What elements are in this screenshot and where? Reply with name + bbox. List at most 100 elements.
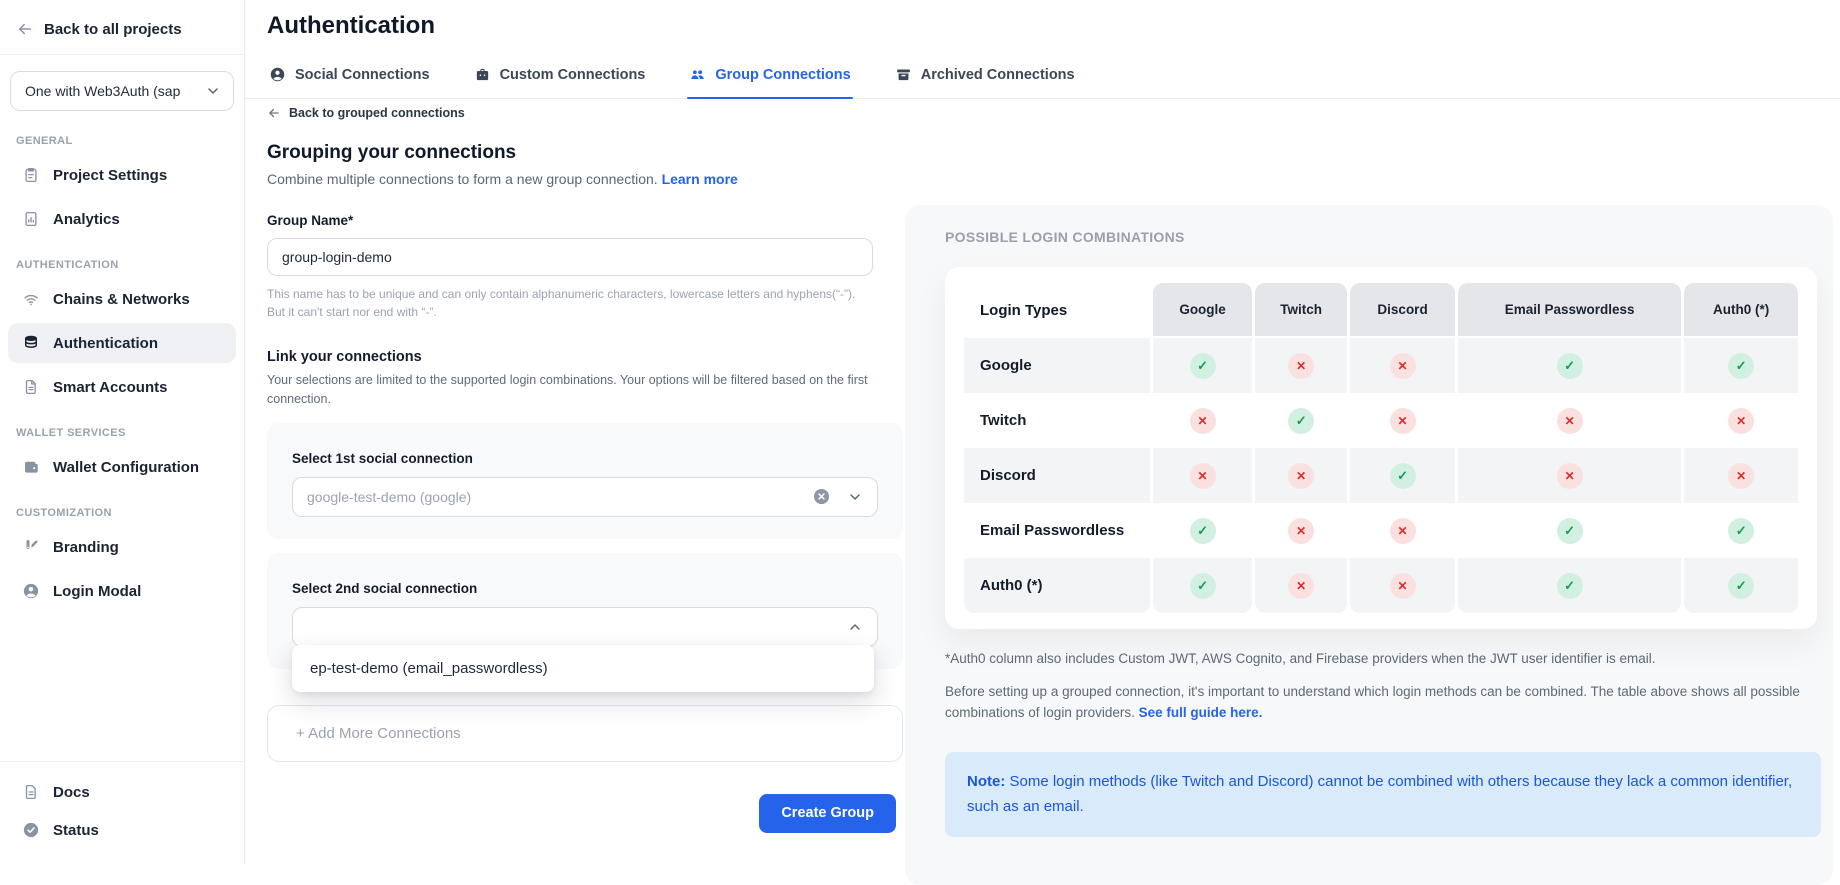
tab-custom-connections[interactable]: Custom Connections [472, 62, 648, 98]
group-name-label: Group Name* [267, 213, 903, 228]
sidebar-item-label: Project Settings [53, 167, 167, 184]
combination-row-label: Discord [964, 448, 1150, 503]
check-icon: ✓ [1390, 463, 1416, 489]
combination-cell: ✓ [1458, 558, 1681, 613]
note-text: Some login methods (like Twitch and Disc… [967, 773, 1792, 815]
select2-options-panel: ep-test-demo (email_passwordless) [292, 645, 874, 692]
sidebar-item-login-modal[interactable]: Login Modal [8, 571, 236, 611]
tab-group-connections[interactable]: Group Connections [687, 62, 852, 98]
create-group-button[interactable]: Create Group [759, 794, 896, 833]
chart-doc-icon [22, 210, 40, 228]
back-to-projects-link[interactable]: Back to all projects [0, 0, 244, 54]
tab-label: Group Connections [715, 67, 850, 83]
select2-label: Select 2nd social connection [292, 581, 878, 596]
add-more-connections-button[interactable]: + Add More Connections [267, 705, 903, 762]
tab-archived-connections[interactable]: Archived Connections [893, 62, 1077, 98]
check-icon: ✓ [1190, 518, 1216, 544]
sidebar-item-label: Authentication [53, 335, 158, 352]
sidebar-item-smart-accounts[interactable]: Smart Accounts [8, 367, 236, 407]
user-circle-icon [269, 66, 286, 83]
check-icon: ✓ [1190, 573, 1216, 599]
sidebar-item-branding[interactable]: Branding [8, 527, 236, 567]
section-label-customization: CUSTOMIZATION [0, 489, 244, 525]
link-connections-heading: Link your connections [267, 349, 903, 365]
chevron-up-icon [847, 619, 863, 635]
combination-row-label: Auth0 (*) [964, 558, 1150, 613]
combination-cell: ✓ [1255, 393, 1347, 448]
table-col-twitch: Twitch [1255, 283, 1347, 338]
section-label-wallet-services: WALLET SERVICES [0, 409, 244, 445]
tab-social-connections[interactable]: Social Connections [267, 62, 432, 98]
cross-icon: ✕ [1288, 518, 1314, 544]
combination-cell: ✕ [1255, 558, 1347, 613]
arrow-left-icon [16, 20, 34, 38]
auth0-footnote: *Auth0 column also includes Custom JWT, … [945, 649, 1813, 670]
dropdown-option-ep-test-demo[interactable]: ep-test-demo (email_passwordless) [310, 660, 856, 677]
combination-cell: ✕ [1350, 338, 1455, 393]
combination-row-label: Google [964, 338, 1150, 393]
combination-cell: ✕ [1255, 448, 1347, 503]
sidebar-item-label: Wallet Configuration [53, 459, 199, 476]
cross-icon: ✕ [1728, 463, 1754, 489]
sidebar-item-docs[interactable]: Docs [8, 774, 236, 810]
table-corner-header: Login Types [964, 283, 1150, 338]
sidebar-item-chains-networks[interactable]: Chains & Networks [8, 279, 236, 319]
grouping-subheading: Combine multiple connections to form a n… [267, 171, 903, 187]
combination-cell: ✓ [1350, 448, 1455, 503]
combination-row: Discord ✕ ✕ ✓ ✕ ✕ [964, 448, 1798, 503]
table-col-auth0: Auth0 (*) [1684, 283, 1798, 338]
combination-cell: ✕ [1350, 558, 1455, 613]
select1-value: google-test-demo (google) [307, 489, 812, 505]
check-icon: ✓ [1190, 353, 1216, 379]
users-group-icon [689, 66, 706, 83]
sidebar-item-analytics[interactable]: Analytics [8, 199, 236, 239]
page-title: Authentication [267, 12, 1840, 40]
table-col-email-passwordless: Email Passwordless [1458, 283, 1681, 338]
sidebar-item-wallet-configuration[interactable]: Wallet Configuration [8, 447, 236, 487]
combination-cell: ✕ [1458, 448, 1681, 503]
sidebar-item-label: Analytics [53, 211, 120, 228]
project-selector[interactable]: One with Web3Auth (sap [10, 71, 234, 111]
select2-dropdown[interactable] [292, 607, 878, 647]
combination-row: Email Passwordless✓✕✕✓✓ [964, 503, 1798, 558]
combination-cell: ✓ [1684, 338, 1798, 393]
combination-cell: ✕ [1153, 448, 1252, 503]
group-name-input[interactable] [267, 238, 873, 276]
combinations-table: Login Types Google Twitch Discord Email … [961, 283, 1801, 613]
table-col-discord: Discord [1350, 283, 1455, 338]
sidebar-item-project-settings[interactable]: Project Settings [8, 155, 236, 195]
combination-cell: ✓ [1458, 503, 1681, 558]
combination-row-label: Twitch [964, 393, 1150, 448]
section-label-authentication: AUTHENTICATION [0, 241, 244, 277]
project-selector-value: One with Web3Auth (sap [25, 83, 180, 99]
combination-cell: ✓ [1153, 503, 1252, 558]
section-label-general: GENERAL [0, 117, 244, 153]
sidebar-item-label: Login Modal [53, 583, 141, 600]
combination-row-label: Email Passwordless [964, 503, 1150, 558]
check-icon: ✓ [1728, 573, 1754, 599]
sidebar-item-label: Docs [53, 784, 90, 801]
back-to-grouped-connections-link[interactable]: Back to grouped connections [267, 106, 465, 120]
check-icon: ✓ [1557, 353, 1583, 379]
learn-more-link[interactable]: Learn more [662, 171, 738, 187]
chevron-down-icon [847, 489, 863, 505]
database-icon [22, 334, 40, 352]
table-col-google: Google [1153, 283, 1252, 338]
guide-footnote: Before setting up a grouped connection, … [945, 682, 1813, 724]
select1-dropdown[interactable]: google-test-demo (google) [292, 477, 878, 517]
chevron-down-icon [205, 83, 221, 99]
cross-icon: ✕ [1728, 408, 1754, 434]
sidebar-item-label: Branding [53, 539, 119, 556]
back-link-label: Back to grouped connections [289, 106, 465, 120]
cross-icon: ✕ [1190, 463, 1216, 489]
sidebar-item-status[interactable]: Status [8, 812, 236, 848]
see-full-guide-link[interactable]: See full guide here. [1139, 705, 1263, 720]
clear-selection-icon[interactable] [812, 487, 831, 506]
combination-cell: ✓ [1458, 338, 1681, 393]
user-circle-icon [22, 582, 40, 600]
panel-title: POSSIBLE LOGIN COMBINATIONS [945, 229, 1817, 245]
check-circle-icon [22, 821, 40, 839]
sidebar-item-authentication[interactable]: Authentication [8, 323, 236, 363]
cross-icon: ✕ [1288, 463, 1314, 489]
check-icon: ✓ [1288, 408, 1314, 434]
